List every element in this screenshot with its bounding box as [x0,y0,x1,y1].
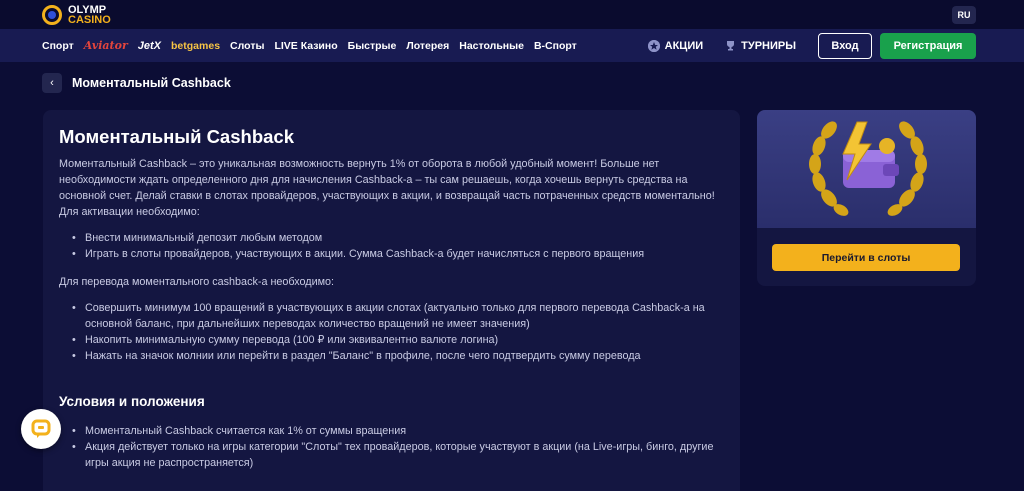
register-button[interactable]: Регистрация [880,32,976,59]
top-bar: OLYMP CASINO RU [0,0,1024,29]
tournaments-link[interactable]: ТУРНИРЫ [725,40,796,52]
logo-line2: CASINO [68,13,111,26]
article-card: Моментальный Cashback Моментальный Cashb… [43,110,740,491]
nav-link-jetx[interactable]: JetX [138,40,161,52]
transfer-list: Совершить минимум 100 вращений в участву… [72,300,724,364]
list-item: Внести минимальный депозит любым методом [72,230,724,246]
nav-link-sport[interactable]: Спорт [42,40,74,52]
promo-icon [647,39,660,52]
trophy-icon [725,40,736,51]
back-button[interactable]: ‹ [42,73,62,93]
login-button[interactable]: Вход [818,32,872,59]
terms-title: Условия и положения [59,394,205,409]
main-nav: Спорт Aviator JetX betgames Слоты LIVE К… [0,29,1024,62]
list-item: Акция действует только на игры категории… [72,439,724,471]
activation-list: Внести минимальный депозит любым методом… [72,230,724,262]
list-item: Накопить минимальную сумму перевода (100… [72,332,724,348]
activation-heading: Для активации необходимо: [59,206,200,218]
tournaments-label: ТУРНИРЫ [741,39,796,52]
logo[interactable]: OLYMP CASINO [42,3,111,26]
nav-link-live-casino[interactable]: LIVE Казино [274,40,337,52]
chevron-left-icon: ‹ [50,77,54,89]
chat-icon [31,419,51,438]
nav-links: Спорт Aviator JetX betgames Слоты LIVE К… [42,39,648,52]
list-item: Играть в слоты провайдеров, участвующих … [72,246,724,262]
nav-link-slots[interactable]: Слоты [230,40,264,52]
breadcrumb: ‹ Моментальный Cashback [42,73,231,93]
chat-button[interactable] [21,409,61,449]
language-selector[interactable]: RU [952,5,976,24]
nav-link-betgames[interactable]: betgames [171,40,220,52]
transfer-heading: Для перевода моментального cashback-а не… [59,276,335,288]
logo-icon [42,4,62,25]
nav-right: АКЦИИ ТУРНИРЫ Вход Регистрация [647,32,976,59]
promos-link[interactable]: АКЦИИ [647,39,704,52]
terms-list: Моментальный Cashback считается как 1% о… [72,423,724,471]
nav-link-vsport[interactable]: В-Спорт [534,40,577,52]
promo-side-card: Перейти в слоты [757,110,976,286]
nav-link-lottery[interactable]: Лотерея [406,40,449,52]
list-item: Моментальный Cashback считается как 1% о… [72,423,724,439]
go-to-slots-button[interactable]: Перейти в слоты [772,244,960,271]
promo-illustration [757,110,976,228]
nav-link-fast[interactable]: Быстрые [348,40,397,52]
article-title: Моментальный Cashback [59,126,294,147]
article-intro: Моментальный Cashback – это уникальная в… [59,158,715,202]
promos-label: АКЦИИ [664,39,704,52]
laurel-wallet-icon [809,121,927,216]
list-item: Совершить минимум 100 вращений в участву… [72,300,724,332]
nav-link-table[interactable]: Настольные [459,40,524,52]
logo-line1: OLYMP [68,3,107,16]
breadcrumb-title: Моментальный Cashback [72,76,231,90]
list-item: Нажать на значок молнии или перейти в ра… [72,348,724,364]
nav-link-aviator[interactable]: Aviator [84,39,128,52]
